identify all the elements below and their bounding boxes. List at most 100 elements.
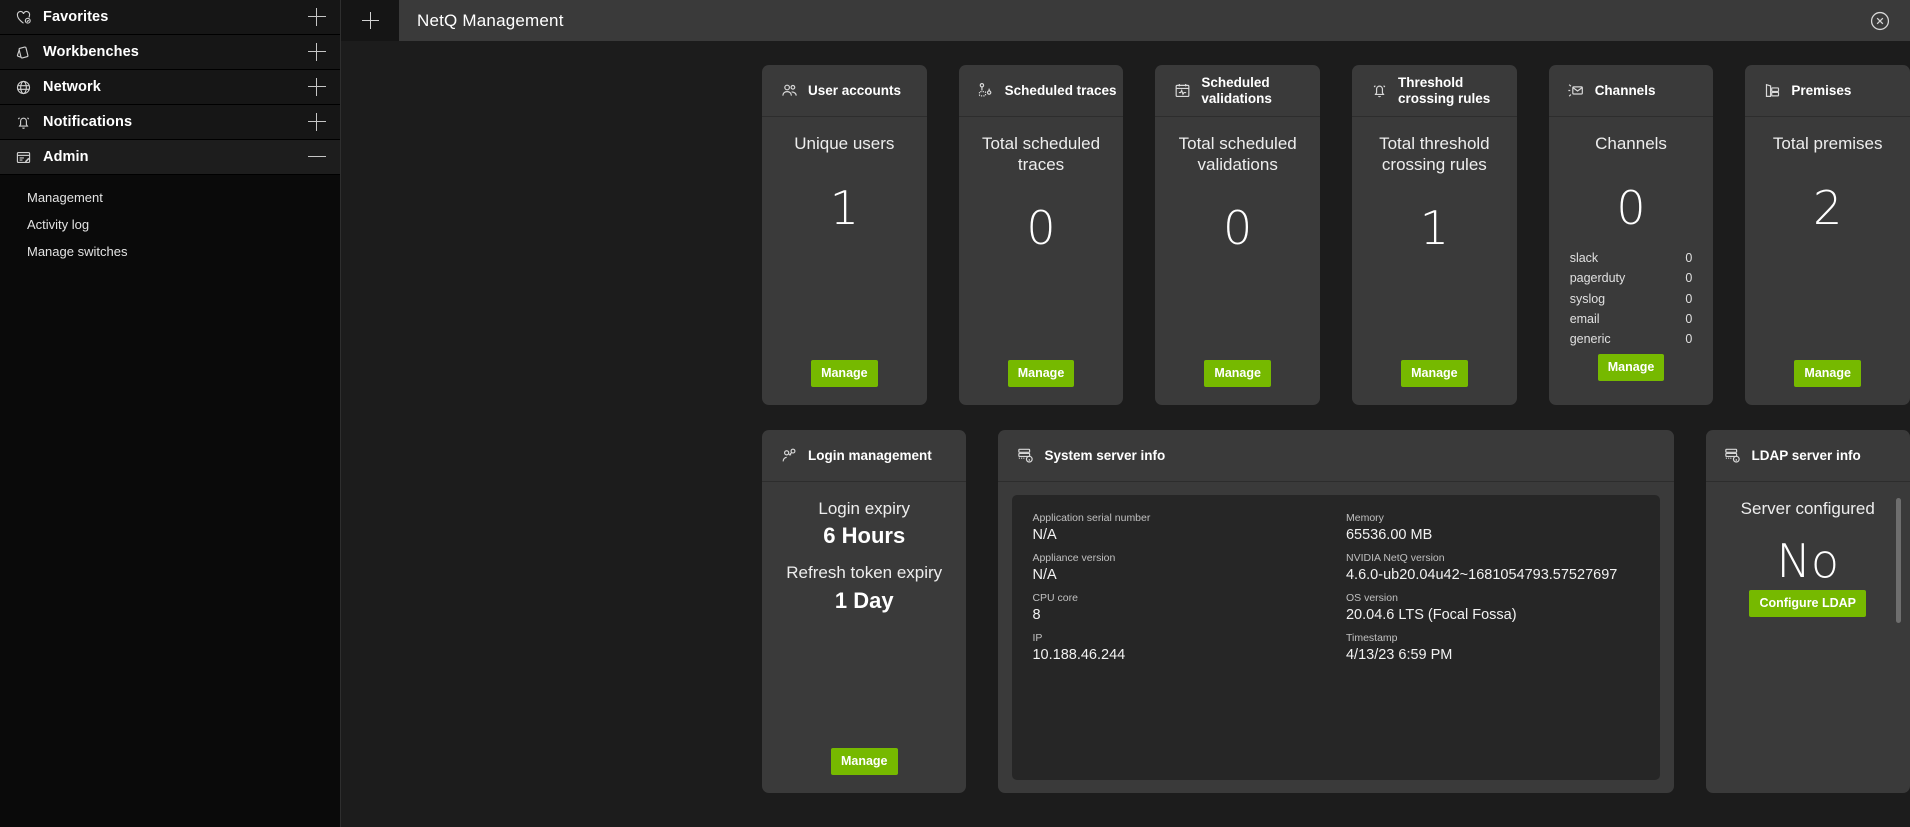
metric-label: Total premises xyxy=(1773,134,1883,155)
field-value: N/A xyxy=(1032,566,1336,584)
card-action-wrap: Configure LDAP xyxy=(1719,590,1897,617)
info-field: Application serial number N/A xyxy=(1022,512,1336,552)
card-header: Channels xyxy=(1549,65,1714,117)
manage-button[interactable]: Manage xyxy=(811,360,878,387)
sidebar-item-admin[interactable]: Admin xyxy=(0,140,340,175)
card-header: Login management xyxy=(762,430,966,482)
sidebar-item-favorites[interactable]: Favorites xyxy=(0,0,340,35)
card-body: Total scheduled validations 0 Manage xyxy=(1155,117,1320,405)
refresh-token-expiry-value: 1 Day xyxy=(835,588,894,614)
card-login-management[interactable]: Login management Login expiry 6 Hours Re… xyxy=(762,430,966,793)
expand-network-icon[interactable] xyxy=(308,78,326,96)
card-title: System server info xyxy=(1044,448,1165,464)
card-scheduled-validations[interactable]: Scheduled validations Total scheduled va… xyxy=(1155,65,1320,405)
field-value: 4/13/23 6:59 PM xyxy=(1346,646,1650,664)
card-action-wrap: Manage xyxy=(1758,360,1897,387)
channel-count: 0 xyxy=(1685,251,1692,265)
field-key: IP xyxy=(1032,632,1336,645)
collapse-admin-icon[interactable] xyxy=(308,148,326,166)
card-header: Threshold crossing rules xyxy=(1352,65,1517,117)
admin-subnav: Management Activity log Manage switches xyxy=(0,175,340,265)
configure-ldap-button[interactable]: Configure LDAP xyxy=(1749,590,1866,617)
channels-icon xyxy=(1565,80,1587,102)
manage-button[interactable]: Manage xyxy=(1008,360,1075,387)
channel-name: email xyxy=(1570,312,1600,326)
card-title: Login management xyxy=(808,448,932,464)
card-action-wrap: Manage xyxy=(775,360,914,387)
info-field: OS version 20.04.6 LTS (Focal Fossa) xyxy=(1336,592,1650,632)
plus-icon xyxy=(362,12,379,29)
metric-label: Total scheduled traces xyxy=(972,134,1111,175)
card-system-server-info[interactable]: System server info Application serial nu… xyxy=(998,430,1673,793)
card-title: Scheduled traces xyxy=(1005,83,1117,99)
list-item: slack 0 xyxy=(1570,248,1693,268)
sidebar-item-network[interactable]: Network xyxy=(0,70,340,105)
main-area: NetQ Management xyxy=(341,0,1910,827)
channel-name: generic xyxy=(1570,332,1611,346)
admin-panel-icon xyxy=(12,146,34,168)
list-item: generic 0 xyxy=(1570,329,1693,349)
expand-favorites-icon[interactable] xyxy=(308,8,326,26)
card-title: Premises xyxy=(1791,83,1851,99)
channel-count: 0 xyxy=(1685,312,1692,326)
alarm-bell-icon xyxy=(1368,80,1390,102)
card-scrollbar[interactable] xyxy=(1896,498,1901,623)
add-tab-button[interactable] xyxy=(341,0,399,41)
login-key-icon xyxy=(778,445,800,467)
metric-label: Channels xyxy=(1595,134,1667,155)
page-title: NetQ Management xyxy=(417,11,564,31)
card-title: LDAP server info xyxy=(1752,448,1861,464)
card-scheduled-traces[interactable]: Scheduled traces Total scheduled traces … xyxy=(959,65,1124,405)
info-field: Memory 65536.00 MB xyxy=(1336,512,1650,552)
info-field: CPU core 8 xyxy=(1022,592,1336,632)
netq-management-page: Favorites Workbenches Network xyxy=(0,0,1910,827)
card-title: User accounts xyxy=(808,83,901,99)
sidebar-item-workbenches[interactable]: Workbenches xyxy=(0,35,340,70)
metric-value: 0 xyxy=(1026,205,1055,251)
card-ldap-server-info[interactable]: LDAP server info Server configured No Co… xyxy=(1706,430,1910,793)
card-row-2: Login management Login expiry 6 Hours Re… xyxy=(341,430,1910,793)
field-value: 20.04.6 LTS (Focal Fossa) xyxy=(1346,606,1650,624)
field-key: CPU core xyxy=(1032,592,1336,605)
manage-button[interactable]: Manage xyxy=(831,748,898,775)
metric-label: Server configured xyxy=(1741,499,1875,520)
globe-icon xyxy=(12,76,34,98)
info-field: Appliance version N/A xyxy=(1022,552,1336,592)
field-value: 10.188.46.244 xyxy=(1032,646,1336,664)
metric-value: 1 xyxy=(1420,205,1449,251)
field-key: Application serial number xyxy=(1032,512,1336,525)
expand-workbenches-icon[interactable] xyxy=(308,43,326,61)
card-body: Server configured No Configure LDAP xyxy=(1706,482,1910,793)
metric-label: Total threshold crossing rules xyxy=(1365,134,1504,175)
manage-button[interactable]: Manage xyxy=(1794,360,1861,387)
channel-list: slack 0 pagerduty 0 syslog 0 xyxy=(1562,248,1701,350)
card-header: Premises xyxy=(1745,65,1910,117)
info-field: IP 10.188.46.244 xyxy=(1022,632,1336,672)
card-action-wrap: Manage xyxy=(972,360,1111,387)
card-action-wrap: Manage xyxy=(1365,360,1504,387)
manage-button[interactable]: Manage xyxy=(1204,360,1271,387)
sidebar-item-label: Favorites xyxy=(43,9,108,25)
sidebar-subitem-management[interactable]: Management xyxy=(0,184,340,211)
expand-notifications-icon[interactable] xyxy=(308,113,326,131)
cards-icon xyxy=(12,41,34,63)
channel-name: syslog xyxy=(1570,292,1605,306)
card-body: Login expiry 6 Hours Refresh token expir… xyxy=(762,482,966,793)
card-user-accounts[interactable]: User accounts Unique users 1 Manage xyxy=(762,65,927,405)
dashboard-board: User accounts Unique users 1 Manage xyxy=(341,41,1910,827)
sidebar-item-notifications[interactable]: Notifications xyxy=(0,105,340,140)
list-item: email 0 xyxy=(1570,309,1693,329)
card-premises[interactable]: Premises Total premises 2 Manage xyxy=(1745,65,1910,405)
card-channels[interactable]: Channels Channels 0 slack 0 pagerduty xyxy=(1549,65,1714,405)
card-header: User accounts xyxy=(762,65,927,117)
manage-button[interactable]: Manage xyxy=(1598,354,1665,381)
card-body: Total premises 2 Manage xyxy=(1745,117,1910,405)
sidebar-subitem-manage-switches[interactable]: Manage switches xyxy=(0,238,340,265)
manage-button[interactable]: Manage xyxy=(1401,360,1468,387)
card-threshold-crossing-rules[interactable]: Threshold crossing rules Total threshold… xyxy=(1352,65,1517,405)
server-info-icon xyxy=(1014,445,1036,467)
close-button[interactable] xyxy=(1869,10,1891,32)
card-action-wrap: Manage xyxy=(1168,360,1307,387)
sidebar-subitem-activity-log[interactable]: Activity log xyxy=(0,211,340,238)
field-key: Appliance version xyxy=(1032,552,1336,565)
